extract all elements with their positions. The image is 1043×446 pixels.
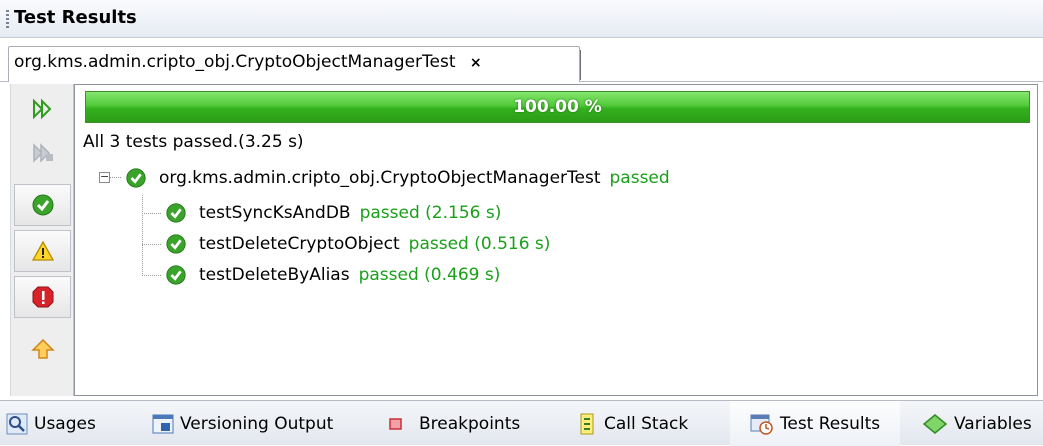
test-results-tab[interactable]: Test Results — [730, 401, 900, 446]
suite-row[interactable]: org.kms.admin.cripto_obj.CryptoObjectMan… — [125, 163, 670, 193]
tab-test-class[interactable]: org.kms.admin.cripto_obj.CryptoObjectMan… — [8, 46, 580, 82]
usages-label: Usages — [34, 413, 96, 434]
rerun-button[interactable] — [14, 88, 71, 130]
tab-label: org.kms.admin.cripto_obj.CryptoObjectMan… — [14, 52, 456, 72]
variables-label: Variables — [954, 413, 1032, 434]
results-panel: 100.00 % All 3 tests passed.(3.25 s) − o… — [74, 84, 1038, 396]
bottom-window-bar: Usages Versioning Output Breakpoints Cal… — [0, 400, 1043, 446]
rerun-icon — [32, 98, 51, 120]
test-status: passed (0.516 s) — [408, 234, 551, 254]
versioning-output-tab[interactable]: Versioning Output — [152, 401, 333, 446]
progress-bar: 100.00 % — [85, 91, 1030, 123]
passed-icon — [166, 234, 186, 254]
suite-status: passed — [609, 168, 670, 188]
test-name: testDeleteByAlias — [199, 265, 350, 285]
versioning-output-label: Versioning Output — [180, 413, 334, 434]
tree-connector — [142, 213, 162, 214]
error-icon — [32, 286, 53, 308]
tab-strip: org.kms.admin.cripto_obj.CryptoObjectMan… — [0, 38, 1043, 82]
usages-tab[interactable]: Usages — [6, 401, 96, 446]
test-row[interactable]: testDeleteByAlias passed (0.469 s) — [165, 260, 500, 290]
call-stack-label: Call Stack — [604, 413, 689, 434]
variables-tab[interactable]: Variables — [922, 401, 1032, 446]
call-stack-icon — [580, 413, 594, 434]
test-name: testSyncKsAndDB — [199, 203, 351, 223]
passed-icon — [126, 168, 146, 188]
rerun-failed-button[interactable] — [14, 132, 71, 174]
usages-icon — [6, 413, 28, 434]
window-title: Test Results — [14, 7, 137, 28]
test-row[interactable]: testDeleteCryptoObject passed (0.516 s) — [165, 229, 550, 259]
test-status: passed (0.469 s) — [358, 265, 501, 285]
title-bar: Test Results — [0, 0, 1043, 38]
test-row[interactable]: testSyncKsAndDB passed (2.156 s) — [165, 198, 501, 228]
test-status: passed (2.156 s) — [359, 203, 502, 223]
rerun-failed-icon — [32, 143, 53, 163]
arrow-up-icon — [30, 338, 55, 359]
left-toolbar — [10, 84, 74, 396]
tree-connector — [142, 275, 162, 276]
progress-label: 100.00 % — [513, 97, 602, 117]
tree-connector — [142, 244, 162, 245]
warning-icon — [31, 240, 54, 261]
breakpoints-label: Breakpoints — [419, 413, 521, 434]
close-icon[interactable]: × — [470, 55, 482, 71]
move-up-button[interactable] — [14, 328, 71, 370]
breakpoints-icon — [389, 417, 402, 430]
suite-name: org.kms.admin.cripto_obj.CryptoObjectMan… — [159, 168, 601, 188]
call-stack-tab[interactable]: Call Stack — [576, 401, 688, 446]
tab-separator — [580, 50, 581, 80]
test-results-icon — [750, 414, 773, 435]
results-summary: All 3 tests passed.(3.25 s) — [83, 132, 304, 152]
show-passed-icon — [32, 194, 53, 216]
passed-icon — [166, 265, 186, 285]
versioning-output-icon — [152, 414, 174, 433]
show-passed-toggle[interactable] — [14, 184, 71, 226]
show-failures-toggle[interactable] — [14, 276, 71, 318]
show-warnings-toggle[interactable] — [14, 230, 71, 272]
tree-connector — [110, 177, 122, 178]
passed-icon — [166, 203, 186, 223]
tree-connector — [142, 195, 143, 275]
variables-icon — [922, 413, 948, 434]
breakpoints-tab[interactable]: Breakpoints — [385, 401, 520, 446]
drag-grip-icon[interactable] — [6, 10, 9, 30]
collapse-icon[interactable]: − — [99, 171, 110, 183]
test-name: testDeleteCryptoObject — [199, 234, 400, 254]
test-results-label: Test Results — [779, 413, 881, 434]
